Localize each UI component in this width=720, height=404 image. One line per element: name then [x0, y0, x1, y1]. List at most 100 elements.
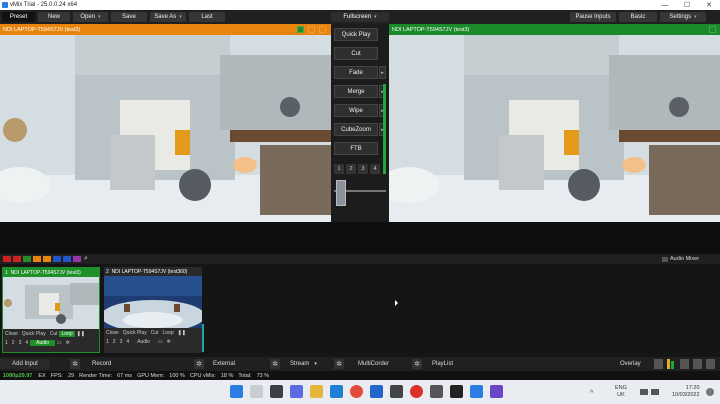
- blue-swatch[interactable]: [53, 256, 61, 262]
- playlist-gear-button[interactable]: ✲: [412, 359, 422, 369]
- notifications-icon[interactable]: [706, 388, 714, 396]
- edge-icon[interactable]: [330, 385, 343, 398]
- quick-play-button[interactable]: Quick Play: [334, 28, 378, 41]
- pause-icon[interactable]: ❚❚: [75, 331, 87, 337]
- ftb-button[interactable]: FTB: [334, 142, 378, 155]
- settings-button[interactable]: Settings ▾: [660, 12, 706, 22]
- fullscreen-button[interactable]: Fullscreen ▾: [331, 12, 389, 22]
- app-icon[interactable]: [490, 385, 503, 398]
- input-2-tile[interactable]: 2 NDI LAPTOP-T594S7JV (test360) Close Qu…: [104, 267, 202, 353]
- search-icon[interactable]: [250, 385, 263, 398]
- gear-icon[interactable]: ✲: [165, 339, 173, 345]
- overlay-3-button[interactable]: 3: [17, 340, 24, 346]
- quick-play-input-button[interactable]: Quick Play: [20, 331, 48, 337]
- monitor-icon[interactable]: ▭: [55, 340, 64, 346]
- close-button[interactable]: ✕: [698, 1, 720, 9]
- transition-2-button[interactable]: 2: [346, 164, 356, 174]
- audio-mixer-icon[interactable]: [662, 257, 668, 262]
- external-button[interactable]: External: [213, 359, 235, 369]
- overlay-2-button[interactable]: 2: [111, 339, 118, 345]
- maximize-button[interactable]: ☐: [676, 1, 698, 9]
- gear-icon[interactable]: [319, 26, 326, 33]
- gear-icon[interactable]: ✲: [64, 340, 72, 346]
- blue-swatch[interactable]: [63, 256, 71, 262]
- last-button[interactable]: Last: [189, 12, 225, 22]
- t-bar-handle[interactable]: [336, 180, 346, 206]
- chrome-icon[interactable]: [350, 385, 363, 398]
- overlay-3-button[interactable]: 3: [118, 339, 125, 345]
- save-as-button[interactable]: Save As ▾: [150, 12, 186, 22]
- close-input-button[interactable]: Close: [3, 331, 20, 337]
- multicorder-gear-button[interactable]: ✲: [334, 359, 344, 369]
- grid-icon[interactable]: [680, 359, 689, 369]
- cubezoom-button[interactable]: CubeZoom: [334, 123, 378, 136]
- fade-options-icon[interactable]: ▸: [379, 66, 386, 79]
- preset-button[interactable]: Preset: [2, 12, 35, 22]
- start-icon[interactable]: [230, 385, 243, 398]
- audio-mixer-label[interactable]: Audio Mixer: [670, 256, 699, 262]
- stream-button[interactable]: Stream ▾: [290, 359, 317, 369]
- transition-4-button[interactable]: 4: [370, 164, 380, 174]
- fullscreen-icon[interactable]: [693, 359, 702, 369]
- wipe-button[interactable]: Wipe: [334, 104, 378, 117]
- minimize-button[interactable]: —: [654, 2, 676, 9]
- purple-swatch[interactable]: [73, 256, 81, 262]
- overlay-2-button[interactable]: 2: [10, 340, 17, 346]
- cut-input-button[interactable]: Cut: [149, 330, 161, 336]
- input-1-tile[interactable]: 1 NDI LAPTOP-T594S7JV (test3) Close Quic…: [2, 267, 100, 353]
- overlay-button[interactable]: Overlay: [620, 359, 641, 369]
- loop-button[interactable]: Loop: [160, 330, 175, 336]
- transition-3-button[interactable]: 3: [358, 164, 368, 174]
- red-swatch[interactable]: [13, 256, 21, 262]
- basic-button[interactable]: Basic: [619, 12, 657, 22]
- orange-swatch[interactable]: [33, 256, 41, 262]
- merge-button[interactable]: Merge: [334, 85, 378, 98]
- record-app-icon[interactable]: [410, 385, 423, 398]
- app-icon[interactable]: [390, 385, 403, 398]
- playlist-button[interactable]: PlayList: [432, 359, 453, 369]
- task-view-icon[interactable]: [270, 385, 283, 398]
- save-button[interactable]: Save: [111, 12, 147, 22]
- list-icon[interactable]: [654, 359, 663, 369]
- add-input-button[interactable]: Add Input: [0, 359, 50, 369]
- overlay-4-button[interactable]: 4: [124, 339, 131, 345]
- mail-icon[interactable]: [370, 385, 383, 398]
- external-gear-button[interactable]: ✲: [194, 359, 204, 369]
- loop-button[interactable]: Loop: [59, 330, 75, 337]
- overlay-1-button[interactable]: 1: [3, 340, 10, 346]
- settings-icon[interactable]: [706, 359, 715, 369]
- pause-inputs-button[interactable]: Pause Inputs: [570, 12, 616, 22]
- open-button[interactable]: Open ▾: [73, 12, 108, 22]
- preview-video[interactable]: [0, 35, 331, 222]
- output-video[interactable]: [389, 35, 720, 222]
- unity-icon[interactable]: [450, 385, 463, 398]
- new-button[interactable]: New: [38, 12, 70, 22]
- monitor-icon[interactable]: ▭: [156, 339, 165, 345]
- vmix-taskbar-icon[interactable]: [470, 385, 483, 398]
- search-icon[interactable]: ⌕: [84, 255, 88, 263]
- fade-button[interactable]: Fade: [334, 66, 378, 79]
- input-1-thumbnail[interactable]: [3, 277, 99, 329]
- green-swatch[interactable]: [23, 256, 31, 262]
- red-swatch[interactable]: [3, 256, 11, 262]
- volume-icon[interactable]: [651, 389, 659, 395]
- cut-button[interactable]: Cut: [334, 47, 378, 60]
- overlay-1-button[interactable]: 1: [104, 339, 111, 345]
- tray-chevron-icon[interactable]: ^: [590, 390, 593, 397]
- input-2-thumbnail[interactable]: [104, 276, 202, 328]
- cut-input-button[interactable]: Cut: [48, 331, 60, 337]
- close-input-button[interactable]: Close: [104, 330, 121, 336]
- language-indicator[interactable]: ENG UK: [615, 385, 627, 399]
- gear-icon[interactable]: [709, 26, 716, 33]
- audio-button[interactable]: Audio: [30, 339, 55, 346]
- green-status-icon[interactable]: [297, 26, 304, 33]
- orange-swatch[interactable]: [43, 256, 51, 262]
- audio-button[interactable]: Audio: [131, 339, 156, 345]
- teams-icon[interactable]: [290, 385, 303, 398]
- quick-play-input-button[interactable]: Quick Play: [121, 330, 149, 336]
- pause-icon[interactable]: ❚❚: [176, 330, 188, 336]
- multicorder-button[interactable]: MultiCorder: [358, 359, 389, 369]
- app-icon[interactable]: [430, 385, 443, 398]
- clock[interactable]: 17:20 10/03/2022: [672, 385, 700, 399]
- overlay-4-button[interactable]: 4: [23, 340, 30, 346]
